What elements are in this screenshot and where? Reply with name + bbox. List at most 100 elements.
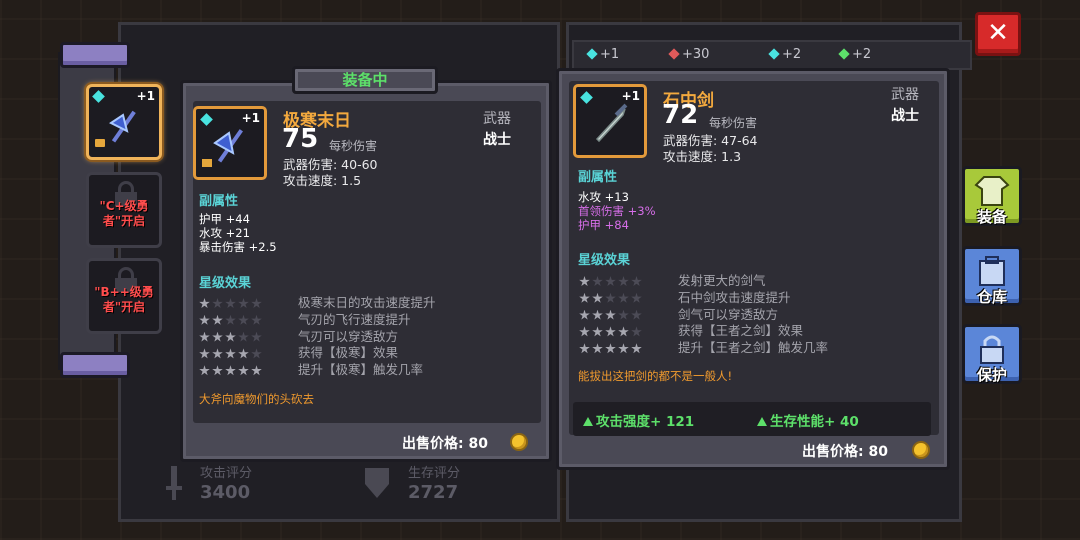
star-rating xyxy=(579,339,644,354)
star-icon xyxy=(199,298,210,309)
item-class: 战士 xyxy=(891,108,919,124)
star-effect-text: 提升【极寒】触发几率 xyxy=(298,362,424,378)
star-icon xyxy=(251,298,262,309)
star-icon xyxy=(212,348,223,359)
shield-icon xyxy=(365,468,389,498)
star-icon xyxy=(592,326,603,337)
star-rating xyxy=(579,322,644,337)
equip-label: 装备 xyxy=(976,208,1007,226)
star-icon xyxy=(199,331,210,342)
slot-locked-b[interactable]: "B++级勇者"开启 xyxy=(86,258,162,334)
equipped-item-icon: +1 xyxy=(193,106,267,180)
unlock-requirement: "C+级勇者"开启 xyxy=(99,199,149,228)
star-icon xyxy=(579,343,590,354)
star-icon xyxy=(225,365,236,376)
scroll-up-cap[interactable] xyxy=(60,42,130,68)
star-icon xyxy=(251,365,262,376)
currency-bar: +1 +30 +2 +2 xyxy=(572,40,972,70)
storage-button[interactable]: 仓库 xyxy=(962,246,1022,306)
coin-icon xyxy=(912,441,930,459)
sell-price: 出售价格: 80 xyxy=(402,436,488,452)
survive-gain: 生存性能+ 40 xyxy=(757,410,859,430)
star-rating xyxy=(579,272,644,287)
star-icon xyxy=(605,343,616,354)
dps-label: 每秒伤害 xyxy=(709,116,758,130)
sub-attributes-title: 副属性 xyxy=(578,170,618,185)
star-icon xyxy=(238,348,249,359)
currency-value: +1 xyxy=(600,47,620,62)
star-icon xyxy=(618,343,629,354)
backpack-icon xyxy=(979,256,1005,286)
star-icon xyxy=(631,292,642,303)
shirt-icon xyxy=(974,176,1010,206)
attribute-line: 暴击伤害 +2.5 xyxy=(199,240,277,254)
lock-icon xyxy=(980,335,1004,364)
star-icon xyxy=(618,309,629,320)
star-icon xyxy=(579,326,590,337)
attack-score-label: 攻击评分 xyxy=(200,466,253,481)
star-rating xyxy=(579,289,644,303)
star-icon xyxy=(618,326,629,337)
star-effect-text: 提升【王者之剑】触发几率 xyxy=(678,340,829,356)
protect-label: 保护 xyxy=(976,366,1007,384)
currency-item: +30 xyxy=(668,47,710,62)
sword-icon xyxy=(595,103,628,143)
star-rating xyxy=(199,344,264,359)
currency-value: +30 xyxy=(682,47,710,62)
attack-speed: 攻击速度: 1.5 xyxy=(283,173,362,188)
item-class: 战士 xyxy=(483,132,511,148)
star-icon xyxy=(225,331,236,342)
equipped-dps: 75 xyxy=(282,124,319,154)
star-rating xyxy=(199,361,264,376)
dps-label: 每秒伤害 xyxy=(329,139,378,153)
star-rating xyxy=(199,294,264,309)
gem-icon xyxy=(586,48,598,60)
attack-speed: 攻击速度: 1.3 xyxy=(663,149,742,164)
survive-score-value: 2727 xyxy=(408,482,459,503)
slot-locked-c[interactable]: "C+级勇者"开启 xyxy=(86,172,162,248)
up-arrow-icon xyxy=(583,417,593,426)
lock-icon xyxy=(202,159,212,167)
star-icon xyxy=(251,348,262,359)
star-icon xyxy=(212,298,223,309)
storage-label: 仓库 xyxy=(976,288,1007,306)
star-icon xyxy=(225,314,236,325)
coin-icon xyxy=(510,433,528,451)
star-icon xyxy=(579,309,590,320)
star-icon xyxy=(605,292,616,303)
star-icon xyxy=(212,365,223,376)
equipped-tab: 装备中 xyxy=(292,66,438,94)
slot-weapon-equipped[interactable]: +1 xyxy=(86,84,162,160)
sword-score-icon xyxy=(166,466,182,500)
attack-gain-text: 攻击强度+ 121 xyxy=(596,414,695,430)
star-icon xyxy=(199,314,210,325)
item-type: 武器 xyxy=(483,111,511,127)
star-icon xyxy=(618,276,629,287)
flavor-text: 能拔出这把剑的都不是一般人! xyxy=(578,369,733,383)
star-effects-title: 星级效果 xyxy=(578,253,631,268)
star-icon xyxy=(605,326,616,337)
star-icon xyxy=(605,276,616,287)
star-icon xyxy=(605,309,616,320)
star-icon xyxy=(251,331,262,342)
survive-gain-text: 生存性能+ 40 xyxy=(770,414,859,430)
attribute-line: 护甲 +84 xyxy=(578,218,629,232)
item-type: 武器 xyxy=(891,87,919,103)
star-icon xyxy=(579,276,590,287)
unlock-requirement: "B++级勇者"开启 xyxy=(94,285,154,314)
close-button[interactable]: ✕ xyxy=(975,12,1021,56)
star-icon xyxy=(225,298,236,309)
equip-button[interactable]: 装备 xyxy=(962,166,1022,226)
star-icon xyxy=(238,298,249,309)
star-icon xyxy=(592,309,603,320)
star-icon xyxy=(631,309,642,320)
star-rating xyxy=(579,306,644,320)
star-icon xyxy=(631,326,642,337)
scroll-down-cap[interactable] xyxy=(60,352,130,378)
star-icon xyxy=(212,314,223,325)
survive-score-label: 生存评分 xyxy=(408,466,461,481)
protect-button[interactable]: 保护 xyxy=(962,324,1022,384)
star-icon xyxy=(238,365,249,376)
star-icon xyxy=(631,276,642,287)
lock-icon xyxy=(95,139,105,147)
